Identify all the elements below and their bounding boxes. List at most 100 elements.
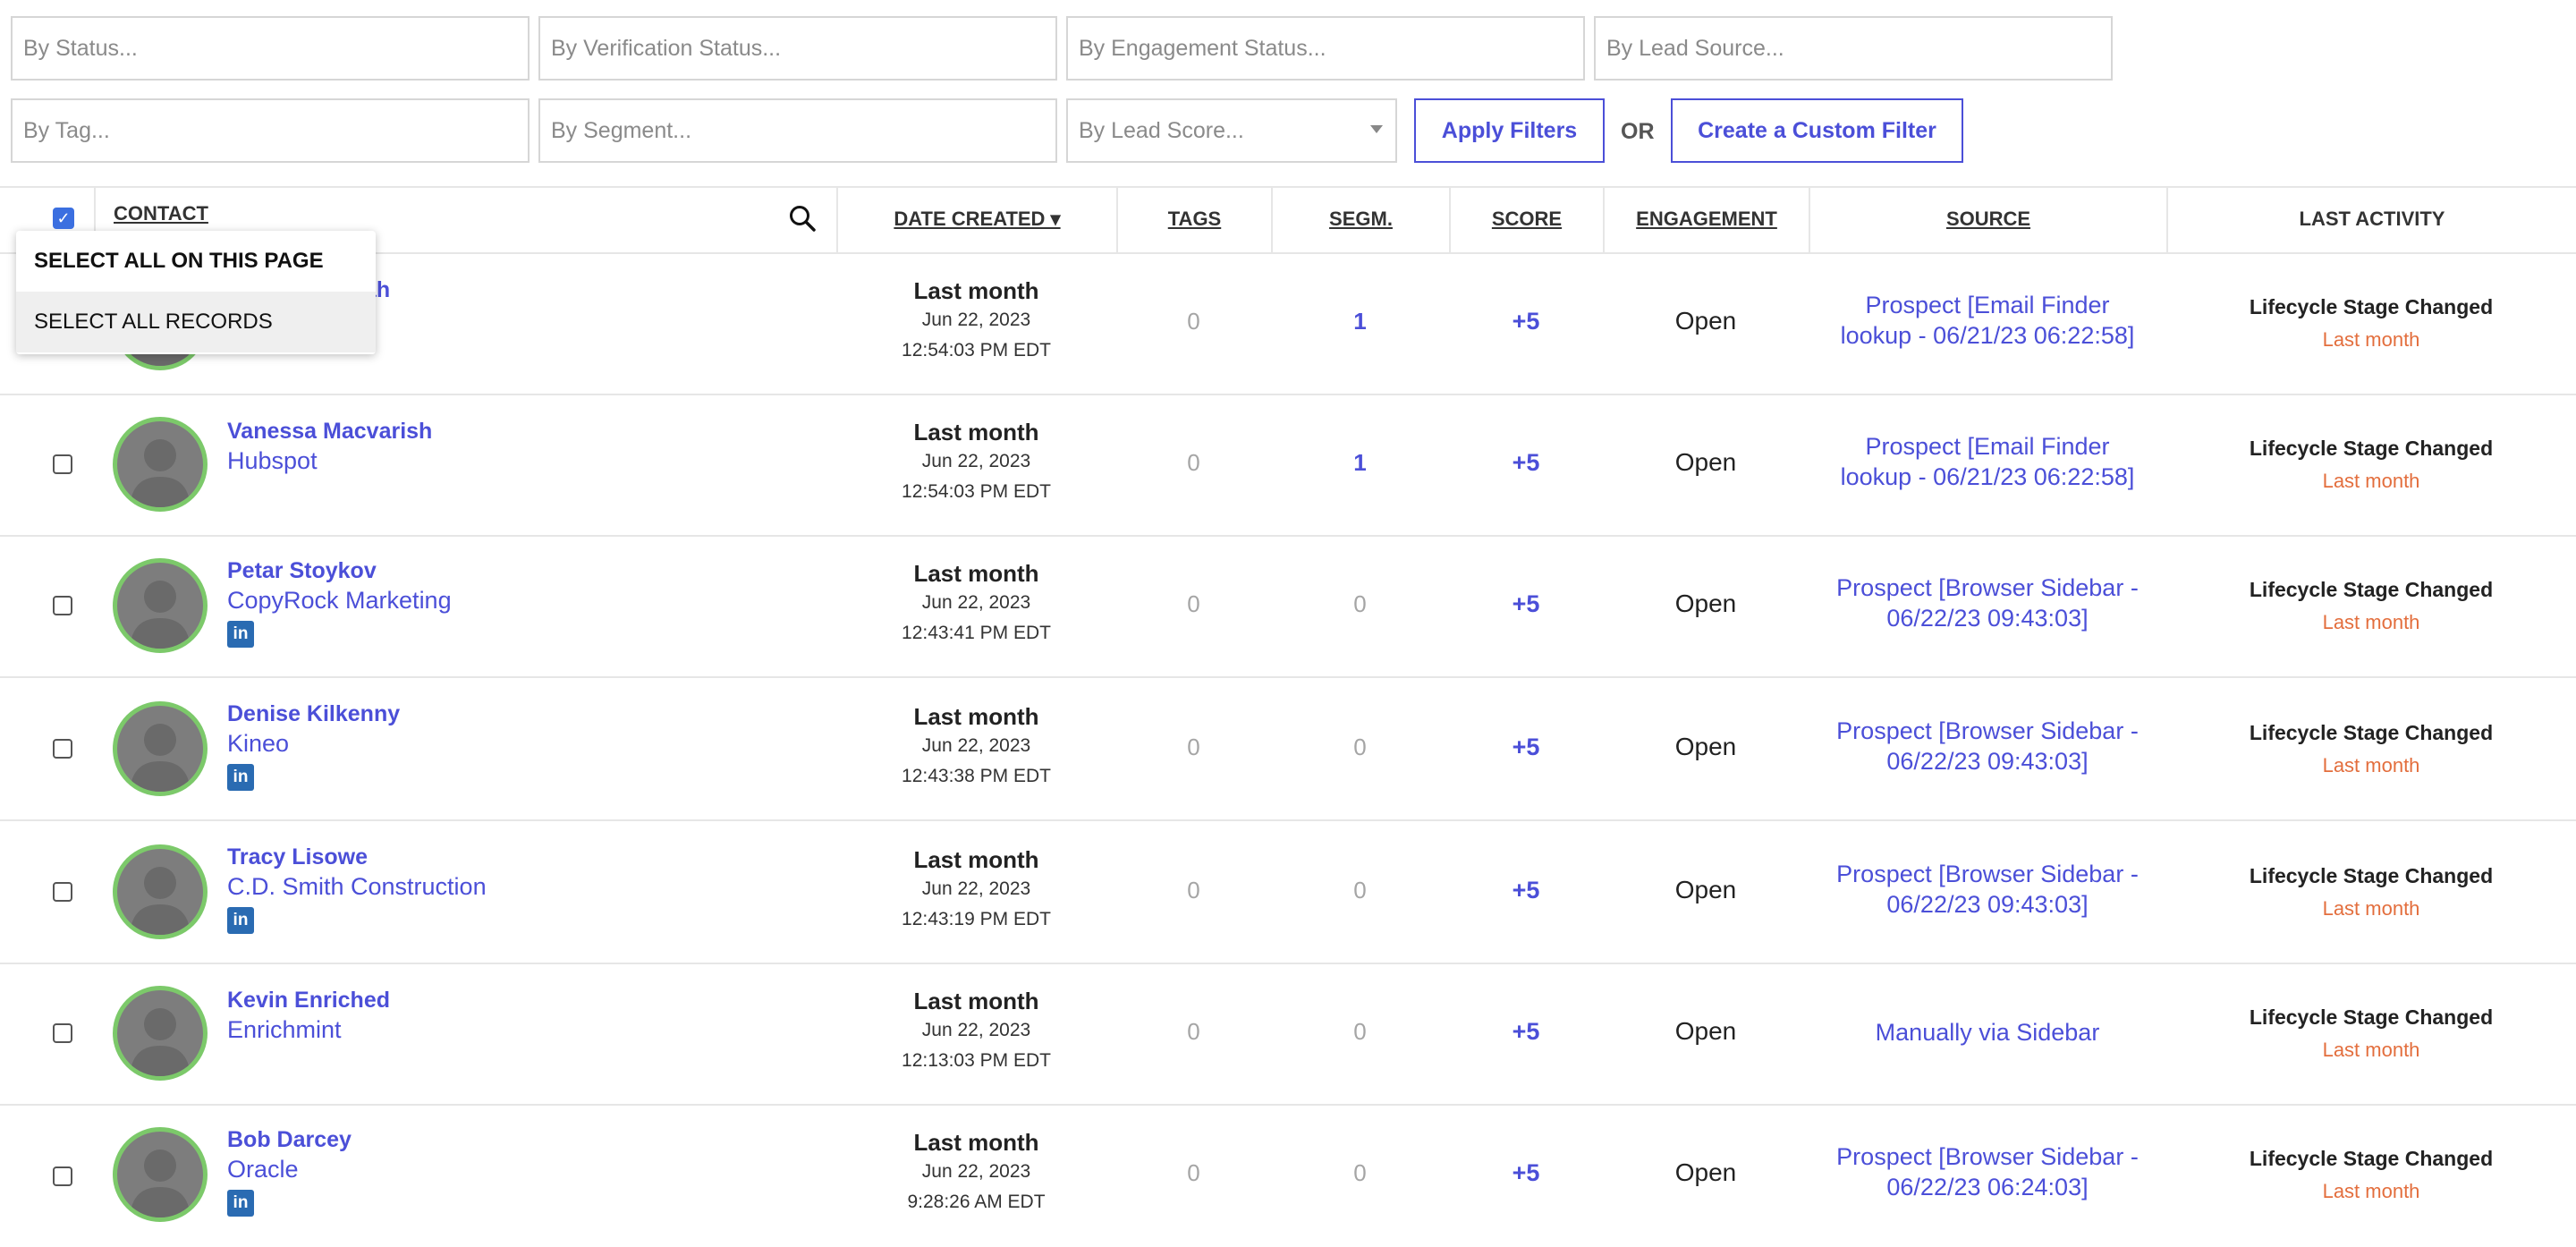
table-row[interactable]: Denise Kilkenny Kineo in Last month Jun …: [0, 678, 2576, 821]
source-line-1: Manually via Sidebar: [1875, 1019, 2100, 1046]
lead-source-filter-input[interactable]: [1594, 16, 2113, 81]
row-checkbox[interactable]: [53, 1166, 72, 1186]
apply-filters-button[interactable]: Apply Filters: [1414, 98, 1605, 163]
score-value[interactable]: +5: [1449, 1159, 1603, 1187]
linkedin-icon[interactable]: in: [227, 1190, 254, 1217]
segments-count: 0: [1353, 1018, 1367, 1045]
date-relative: Last month: [913, 419, 1039, 445]
segments-count[interactable]: 1: [1271, 308, 1449, 335]
contact-name[interactable]: Tracy Lisowe: [227, 844, 368, 870]
contact-name[interactable]: Bob Darcey: [227, 1127, 352, 1153]
contact-name[interactable]: Kevin Enriched: [227, 988, 390, 1014]
segments-count: 0: [1353, 1159, 1367, 1186]
activity-time: Last month: [2322, 328, 2420, 351]
avatar[interactable]: [113, 558, 208, 653]
segment-filter-input[interactable]: [538, 98, 1057, 163]
activity-title: Lifecycle Stage Changed: [2249, 578, 2494, 601]
contact-company[interactable]: Hubspot: [227, 447, 318, 475]
search-icon[interactable]: [788, 204, 817, 233]
select-all-checkbox[interactable]: ✓: [53, 208, 74, 229]
avatar[interactable]: [113, 1127, 208, 1222]
score-value[interactable]: +5: [1449, 449, 1603, 477]
contact-company[interactable]: Oracle: [227, 1156, 299, 1183]
segments-count: 0: [1353, 877, 1367, 903]
time-value: 12:54:03 PM EDT: [902, 340, 1051, 361]
create-custom-filter-button[interactable]: Create a Custom Filter: [1671, 98, 1963, 163]
score-value[interactable]: +5: [1449, 877, 1603, 904]
table-row[interactable]: Kevin Enriched Enrichmint Last month Jun…: [0, 963, 2576, 1106]
source-link[interactable]: Prospect [Browser Sidebar - 06/22/23 06:…: [1809, 1141, 2166, 1202]
column-header-score[interactable]: SCORE: [1449, 186, 1603, 252]
select-all-records-option[interactable]: SELECT ALL RECORDS: [16, 292, 376, 352]
table-header: CONTACT DATE CREATED ▾ TAGS SEGM. SCORE …: [0, 186, 2576, 254]
source-link[interactable]: Prospect [Email Finder lookup - 06/21/23…: [1809, 431, 2166, 492]
source-link[interactable]: Prospect [Browser Sidebar - 06/22/23 09:…: [1809, 573, 2166, 633]
tags-count: 0: [1187, 449, 1200, 476]
avatar[interactable]: [113, 844, 208, 939]
tag-filter-input[interactable]: [11, 98, 530, 163]
score-value[interactable]: +5: [1449, 590, 1603, 618]
activity-time: Last month: [2322, 470, 2420, 492]
tags-count: 0: [1187, 590, 1200, 617]
source-link[interactable]: Prospect [Browser Sidebar - 06/22/23 09:…: [1809, 859, 2166, 920]
score-value[interactable]: +5: [1449, 734, 1603, 761]
column-header-date-created[interactable]: DATE CREATED ▾: [836, 186, 1116, 252]
row-checkbox[interactable]: [53, 882, 72, 902]
source-line-2: 06/22/23 09:43:03]: [1886, 748, 2089, 775]
column-header-engagement[interactable]: ENGAGEMENT: [1603, 186, 1809, 252]
source-line-1: Prospect [Email Finder: [1865, 433, 2110, 460]
contact-name[interactable]: Petar Stoykov: [227, 558, 377, 584]
date-created-cell: Last month Jun 22, 2023 12:13:03 PM EDT: [836, 988, 1116, 1076]
contact-company[interactable]: CopyRock Marketing: [227, 587, 452, 615]
lead-score-select[interactable]: By Lead Score...: [1066, 98, 1397, 163]
engagement-value: Open: [1674, 1158, 1737, 1186]
table-row[interactable]: ah Last month Jun 22, 2023 12:54:03 PM E…: [0, 252, 2576, 395]
last-activity-cell: Lifecycle Stage Changed Last month: [2166, 721, 2576, 777]
segments-count[interactable]: 1: [1271, 449, 1449, 477]
contact-company[interactable]: Kineo: [227, 730, 289, 758]
source-line-1: Prospect [Browser Sidebar -: [1836, 861, 2139, 887]
date-relative: Last month: [913, 988, 1039, 1014]
contact-name[interactable]: Denise Kilkenny: [227, 701, 400, 727]
linkedin-icon[interactable]: in: [227, 907, 254, 934]
engagement-status-filter-input[interactable]: [1066, 16, 1585, 81]
verification-status-filter-input[interactable]: [538, 16, 1057, 81]
activity-title: Lifecycle Stage Changed: [2249, 1005, 2494, 1029]
select-all-on-page-option[interactable]: SELECT ALL ON THIS PAGE: [16, 231, 376, 292]
source-link[interactable]: Prospect [Email Finder lookup - 06/21/23…: [1809, 290, 2166, 351]
score-value[interactable]: +5: [1449, 308, 1603, 335]
avatar[interactable]: [113, 986, 208, 1081]
column-header-tags[interactable]: TAGS: [1116, 186, 1271, 252]
table-row[interactable]: Tracy Lisowe C.D. Smith Construction in …: [0, 821, 2576, 964]
column-header-source[interactable]: SOURCE: [1809, 186, 2166, 252]
status-filter-input[interactable]: [11, 16, 530, 81]
avatar[interactable]: [113, 417, 208, 512]
contact-company[interactable]: Enrichmint: [227, 1016, 342, 1044]
date-created-cell: Last month Jun 22, 2023 12:43:38 PM EDT: [836, 703, 1116, 792]
table-row[interactable]: Bob Darcey Oracle in Last month Jun 22, …: [0, 1106, 2576, 1247]
date-relative: Last month: [913, 703, 1039, 730]
date-relative: Last month: [913, 277, 1039, 304]
table-row[interactable]: Vanessa Macvarish Hubspot Last month Jun…: [0, 394, 2576, 537]
column-header-segments[interactable]: SEGM.: [1271, 186, 1449, 252]
source-link[interactable]: Prospect [Browser Sidebar - 06/22/23 09:…: [1809, 716, 2166, 776]
date-created-cell: Last month Jun 22, 2023 12:43:19 PM EDT: [836, 846, 1116, 935]
contact-company[interactable]: C.D. Smith Construction: [227, 873, 487, 901]
row-checkbox[interactable]: [53, 1023, 72, 1043]
linkedin-icon[interactable]: in: [227, 621, 254, 648]
score-value[interactable]: +5: [1449, 1018, 1603, 1046]
table-row[interactable]: Petar Stoykov CopyRock Marketing in Last…: [0, 535, 2576, 678]
source-link[interactable]: Manually via Sidebar: [1809, 1017, 2166, 1048]
row-checkbox[interactable]: [53, 596, 72, 615]
row-checkbox[interactable]: [53, 454, 72, 474]
row-checkbox[interactable]: [53, 739, 72, 759]
date-value: Jun 22, 2023: [921, 878, 1031, 899]
activity-time: Last month: [2322, 754, 2420, 776]
engagement-value: Open: [1674, 1017, 1737, 1045]
contact-name[interactable]: Vanessa Macvarish: [227, 419, 432, 445]
date-created-cell: Last month Jun 22, 2023 12:43:41 PM EDT: [836, 560, 1116, 649]
linkedin-icon[interactable]: in: [227, 764, 254, 791]
source-line-1: Prospect [Email Finder: [1865, 292, 2110, 318]
avatar[interactable]: [113, 701, 208, 796]
time-value: 9:28:26 AM EDT: [907, 1192, 1046, 1212]
